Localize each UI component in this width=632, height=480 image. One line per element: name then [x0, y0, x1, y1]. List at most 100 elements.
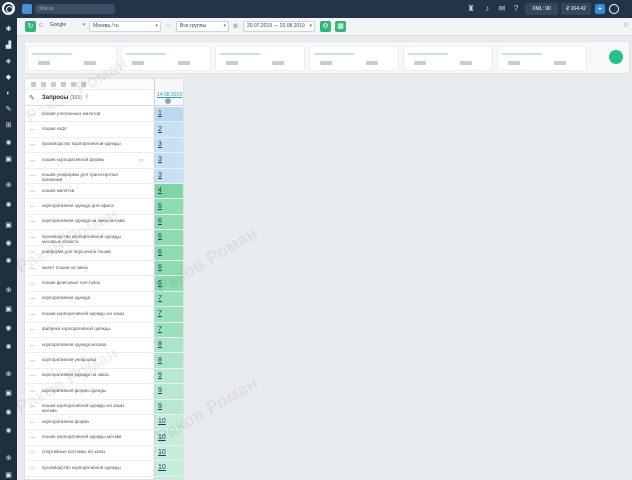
table-row[interactable]: — корпоративная одежда 7	[25, 291, 183, 308]
monitor-icon[interactable]: ▣	[4, 221, 13, 230]
search-icon[interactable]: ⚲	[85, 94, 89, 100]
tool-icon[interactable]	[51, 82, 56, 87]
chart-icon[interactable]: ▟	[4, 41, 13, 50]
position-cell[interactable]: 6	[154, 214, 183, 230]
table-row[interactable]: — фабрика корпоративной одежды 7	[25, 322, 183, 338]
tool-icon[interactable]	[31, 82, 36, 87]
gear-icon[interactable]: ✺	[4, 201, 13, 210]
gear-icon[interactable]	[165, 98, 171, 104]
position-cell[interactable]: 10	[154, 415, 183, 430]
region-select[interactable]: Москва / ru ▾	[89, 21, 161, 32]
position-cell[interactable]	[154, 476, 183, 479]
eye-icon[interactable]: ◉	[4, 239, 13, 248]
row-checkbox[interactable]: —	[30, 281, 35, 287]
balance-badge[interactable]: ₽ 164.42	[561, 3, 591, 15]
pie-icon[interactable]: ◐	[4, 89, 13, 98]
globe-icon[interactable]: ⊕	[4, 181, 13, 190]
calendar-button[interactable]: ▦	[335, 21, 346, 32]
position-link[interactable]: 8	[158, 341, 162, 348]
position-cell[interactable]: 9	[154, 399, 183, 414]
position-cell[interactable]: 6	[154, 230, 183, 245]
position-cell[interactable]: 6	[154, 199, 183, 214]
globe-icon[interactable]: ⊕	[4, 370, 13, 379]
table-row[interactable]: — жилет пошив на заказ 6	[25, 261, 183, 277]
table-row[interactable]: — корпоративная одежда на заказ москва 6	[25, 214, 183, 231]
row-checkbox[interactable]: —	[30, 250, 35, 256]
monitor-icon[interactable]: ▣	[4, 471, 13, 480]
position-link[interactable]: 7	[158, 326, 162, 333]
tool-icon[interactable]	[61, 82, 66, 87]
row-checkbox[interactable]: —	[30, 373, 35, 379]
settings-button[interactable]: ⚙	[320, 21, 331, 32]
table-row[interactable]: — пошив униформы для транспортных компани…	[25, 168, 183, 184]
tool-icon[interactable]	[41, 82, 46, 87]
row-checkbox[interactable]: —	[30, 127, 35, 133]
position-link[interactable]: 6	[158, 249, 162, 256]
eye-icon[interactable]: ◉	[4, 408, 13, 417]
position-link[interactable]: 3	[158, 156, 162, 163]
layers-icon[interactable]: ◈	[4, 57, 13, 66]
globe-icon[interactable]: ⊕	[4, 286, 13, 295]
gear-icon[interactable]: ✺	[4, 139, 13, 148]
row-checkbox[interactable]: —	[30, 235, 35, 241]
position-cell[interactable]: 6	[154, 276, 183, 291]
frequency-column-header[interactable]	[128, 92, 155, 106]
mail-icon[interactable]: ✉	[497, 4, 507, 14]
position-cell[interactable]: 7	[154, 322, 183, 337]
refresh-button[interactable]: ↻	[25, 21, 36, 32]
position-cell[interactable]: 10	[154, 430, 183, 445]
position-link[interactable]: 6	[158, 203, 162, 210]
monitor-icon[interactable]: ▣	[4, 305, 13, 314]
table-row[interactable]: — пошив корпоративной одежды на заказ мос…	[25, 399, 183, 415]
table-row[interactable]: — пошив корпоративной формы 30 3	[25, 153, 183, 169]
row-checkbox[interactable]: —	[30, 327, 35, 333]
row-checkbox[interactable]: —	[30, 312, 35, 318]
table-row[interactable]: — корпоративная форма 10	[25, 415, 183, 431]
position-cell[interactable]: 3	[154, 153, 183, 168]
table-row[interactable]: — пошив жилетов 4	[25, 184, 183, 200]
position-cell[interactable]: 6	[154, 261, 183, 276]
date-column-header[interactable]: 14.08.2019	[154, 79, 183, 106]
position-cell[interactable]: 6	[154, 245, 183, 260]
position-cell[interactable]: 8	[154, 353, 183, 368]
date-range-picker[interactable]: 20.07.2019 — 20.08.2019 ▾	[243, 21, 315, 32]
project-selector[interactable]: Site.ru	[35, 4, 115, 14]
position-cell[interactable]: 9	[154, 384, 183, 399]
row-checkbox[interactable]: —	[30, 204, 35, 210]
paperclip-icon[interactable]: ✎	[29, 94, 35, 102]
table-row[interactable]: — корпоративная униформа 8	[25, 353, 183, 369]
table-row[interactable]: — производство корпоративной одежды москв…	[25, 230, 183, 246]
row-checkbox[interactable]: —	[30, 343, 35, 349]
table-row[interactable]: — пошив флисовых толстовок 6	[25, 276, 183, 292]
row-checkbox[interactable]: —	[30, 173, 35, 179]
row-checkbox[interactable]: —	[30, 219, 35, 225]
row-checkbox[interactable]: —	[30, 296, 35, 302]
table-row[interactable]: — производство корпоративной одежды 3	[25, 137, 183, 154]
position-cell[interactable]: 9	[154, 368, 183, 384]
position-link[interactable]: 2	[158, 126, 162, 133]
position-link[interactable]: 1	[158, 110, 162, 117]
piggy-bank-icon[interactable]: ♜	[466, 4, 476, 14]
position-link[interactable]: 6	[158, 233, 162, 240]
table-row[interactable]: —	[25, 476, 183, 479]
tool-icon[interactable]	[71, 82, 76, 87]
user-avatar-icon[interactable]	[609, 4, 619, 14]
position-link[interactable]: 4	[158, 187, 162, 194]
sparkle-icon[interactable]: ✱	[4, 25, 13, 34]
position-link[interactable]: 9	[158, 403, 162, 410]
table-row[interactable]: — пошив корпоративной одежды на заказ 7	[25, 307, 183, 323]
position-link[interactable]: 10	[158, 464, 166, 471]
gear-icon[interactable]: ✺	[4, 343, 13, 352]
position-link[interactable]: 10	[158, 434, 166, 441]
row-checkbox[interactable]: —	[30, 420, 35, 426]
position-link[interactable]: 9	[158, 372, 162, 379]
groups-select[interactable]: Все группы ▾	[176, 21, 229, 32]
bell-icon[interactable]: ♪	[482, 4, 492, 14]
row-checkbox[interactable]: —	[30, 450, 35, 456]
gear-icon[interactable]: ✺	[4, 427, 13, 436]
position-link[interactable]: 7	[158, 310, 162, 317]
position-link[interactable]: 3	[158, 172, 162, 179]
position-link[interactable]: 9	[158, 387, 162, 394]
row-checkbox[interactable]: —	[30, 142, 35, 148]
table-row[interactable]: — спортивные костюмы на заказ 10	[25, 445, 183, 462]
